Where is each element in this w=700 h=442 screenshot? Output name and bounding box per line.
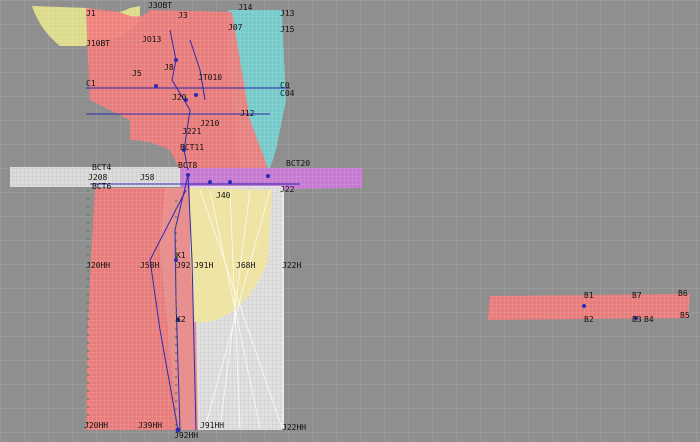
label-j3bt: J3OBT <box>148 1 172 10</box>
label-b7: B7 <box>632 291 642 300</box>
label-b6: B6 <box>678 289 688 298</box>
label-j210: J210 <box>200 119 219 128</box>
label-j12: J12 <box>240 109 255 118</box>
label-b1: B1 <box>584 291 594 300</box>
label-j07: J07 <box>228 23 243 32</box>
label-j39hh: J39HH <box>138 421 162 430</box>
label-j22hh: J22HH <box>282 423 306 432</box>
label-j22: J22 <box>280 185 295 194</box>
label-j208: J208 <box>88 173 107 182</box>
label-bct8: BCT8 <box>178 161 197 170</box>
label-b2: B2 <box>584 315 594 324</box>
label-j68h: J68H <box>236 261 255 270</box>
label-j40: J40 <box>216 191 231 200</box>
label-c04: C04 <box>280 89 295 98</box>
label-j91h: J91H <box>194 261 213 270</box>
label-b3: B3 <box>632 315 642 324</box>
label-j20hh: J20HH <box>86 261 110 270</box>
label-j5: J5 <box>132 69 142 78</box>
label-k1: K1 <box>176 251 186 260</box>
label-j8: J8 <box>164 63 174 72</box>
label-jt010: JT010 <box>198 73 222 82</box>
label-j22h: J22H <box>282 261 301 270</box>
label-jo13: JO13 <box>142 35 161 44</box>
label-j58: J58 <box>140 173 155 182</box>
label-bct6: BCT6 <box>92 182 111 191</box>
label-b5: B5 <box>680 311 690 320</box>
label-bct11: BCT11 <box>180 143 204 152</box>
label-j10bt: J10BT <box>86 39 110 48</box>
label-j221: J221 <box>182 127 201 136</box>
label-j3: J3 <box>178 11 188 20</box>
label-bct20: BCT20 <box>286 159 310 168</box>
label-j15: J15 <box>280 25 295 34</box>
label-j20hh-bottom: J20HH <box>84 421 108 430</box>
label-j14: J14 <box>238 3 253 12</box>
label-j92hh: J92HH <box>174 431 198 440</box>
label-j58h: J58H <box>140 261 159 270</box>
label-j13: J13 <box>280 9 295 18</box>
label-bct4: BCT4 <box>92 163 111 172</box>
label-k2: K2 <box>176 315 186 324</box>
label-j20: J20 <box>172 93 187 102</box>
label-c1: C1 <box>86 79 96 88</box>
pattern-canvas[interactable]: J1 J3OBT J3 J14 J13 J07 J15 J10BT JO13 J… <box>0 0 700 442</box>
label-j91hh: J91HH <box>200 421 224 430</box>
label-j1: J1 <box>86 9 96 18</box>
label-j92: J92 <box>176 261 191 270</box>
pattern-drawing: J1 J3OBT J3 J14 J13 J07 J15 J10BT JO13 J… <box>10 1 690 440</box>
label-b4: B4 <box>644 315 654 324</box>
